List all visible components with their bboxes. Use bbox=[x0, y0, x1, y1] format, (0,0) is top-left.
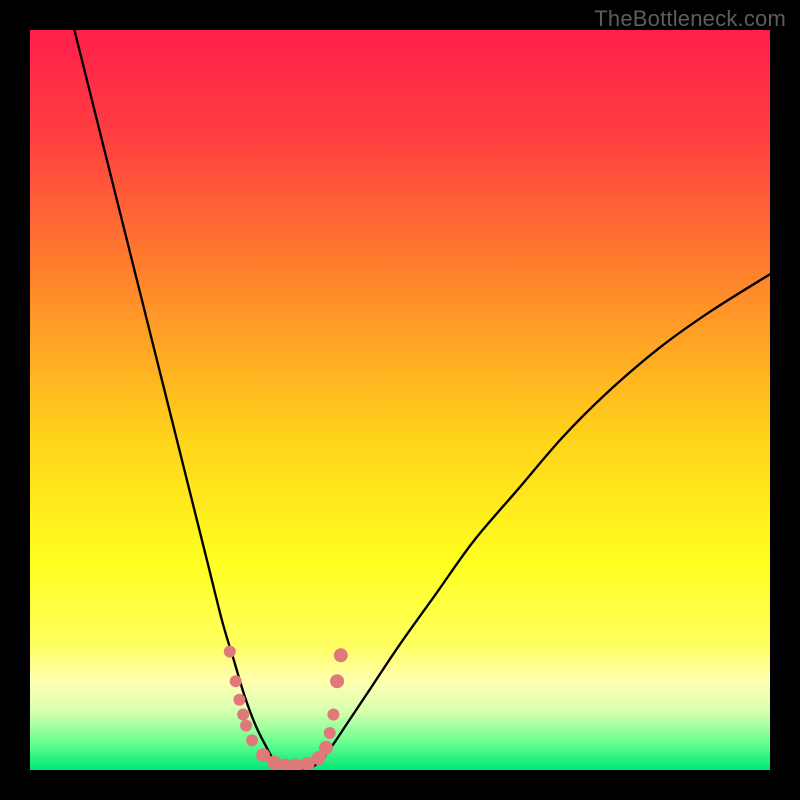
watermark-text: TheBottleneck.com bbox=[594, 6, 786, 32]
highlight-dot bbox=[246, 734, 258, 746]
highlight-dot bbox=[233, 694, 245, 706]
highlight-dot bbox=[230, 675, 242, 687]
bottleneck-curve bbox=[74, 30, 770, 770]
curve-layer bbox=[30, 30, 770, 770]
highlight-dot bbox=[330, 674, 344, 688]
highlight-dot bbox=[240, 720, 252, 732]
highlight-dot bbox=[237, 708, 249, 720]
highlight-dot bbox=[224, 646, 236, 658]
highlight-dot bbox=[324, 727, 336, 739]
chart-frame: TheBottleneck.com bbox=[0, 0, 800, 800]
plot-area bbox=[30, 30, 770, 770]
highlight-dot bbox=[319, 741, 333, 755]
highlight-dot bbox=[327, 708, 339, 720]
highlight-dot bbox=[334, 648, 348, 662]
